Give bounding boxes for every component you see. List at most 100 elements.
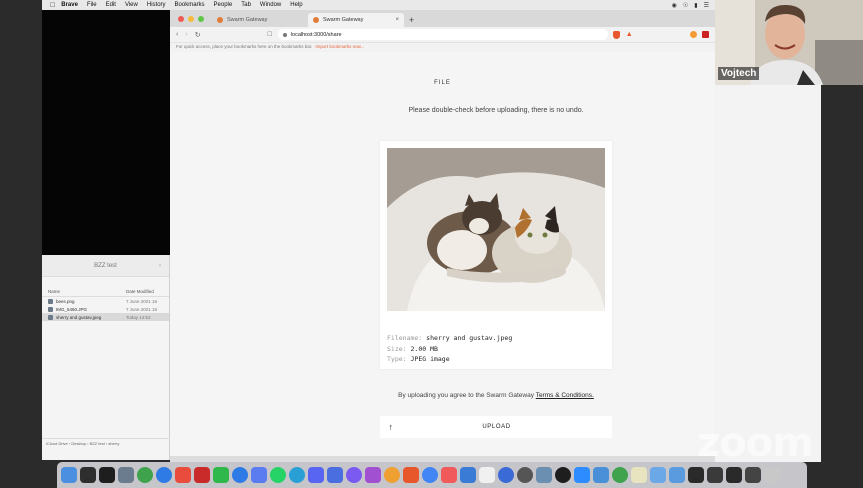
app-dock-icon[interactable] bbox=[194, 467, 210, 483]
menu-view[interactable]: View bbox=[125, 2, 138, 8]
site-info-icon[interactable] bbox=[282, 32, 287, 37]
file-preview-card: Filename: sherry and gustav.jpeg Size: 2… bbox=[380, 141, 612, 369]
chevron-icon[interactable]: › bbox=[159, 263, 161, 269]
app-dock-icon[interactable] bbox=[555, 467, 571, 483]
upload-button-label: UPLOAD bbox=[482, 424, 511, 430]
control-center-icon[interactable]: ☰ bbox=[704, 2, 709, 9]
menu-window[interactable]: Window bbox=[260, 2, 281, 8]
finder-file-row[interactable]: bees.png 7 June 2021 16 bbox=[42, 297, 169, 305]
trash-dock-icon[interactable] bbox=[764, 467, 780, 483]
zoom-dock-icon[interactable] bbox=[574, 467, 590, 483]
mac-dock bbox=[57, 462, 807, 488]
file-name: bees.png bbox=[56, 298, 75, 304]
notes-dock-icon[interactable] bbox=[631, 467, 647, 483]
apple-icon[interactable]:  bbox=[50, 2, 55, 9]
tab-close-icon[interactable]: × bbox=[395, 17, 399, 23]
app-dock-icon[interactable] bbox=[384, 467, 400, 483]
app-dock-icon[interactable] bbox=[251, 467, 267, 483]
app-dock-icon[interactable] bbox=[99, 467, 115, 483]
slack-dock-icon[interactable] bbox=[175, 467, 191, 483]
finder-toolbar bbox=[42, 277, 169, 287]
app-dock-icon[interactable] bbox=[327, 467, 343, 483]
messages-dock-icon[interactable] bbox=[213, 467, 229, 483]
app-dock-icon[interactable] bbox=[365, 467, 381, 483]
url-text: localhost:3000/share bbox=[290, 31, 342, 38]
file-name: IMG_5460.JPG bbox=[56, 306, 88, 312]
address-bar[interactable]: localhost:3000/share bbox=[277, 29, 608, 40]
browser-tab-2[interactable]: Swarm Gateway × bbox=[308, 13, 404, 27]
menu-bookmarks[interactable]: Bookmarks bbox=[175, 2, 205, 8]
bookmarks-hint: For quick access, place your bookmarks h… bbox=[176, 44, 313, 49]
finder-file-row-selected[interactable]: sherry and gustav.jpeg Today 14:53 bbox=[42, 313, 169, 321]
file-icon bbox=[48, 314, 53, 320]
calendar-dock-icon[interactable] bbox=[479, 467, 495, 483]
extension-icon[interactable] bbox=[690, 31, 697, 38]
app-dock-icon[interactable] bbox=[137, 467, 153, 483]
wifi-icon[interactable]: ◉ bbox=[672, 2, 677, 9]
close-window-icon[interactable] bbox=[178, 16, 184, 22]
finder-dock-icon[interactable] bbox=[61, 467, 77, 483]
bluetooth-icon[interactable]: ☉ bbox=[683, 2, 688, 9]
app-dock-icon[interactable] bbox=[612, 467, 628, 483]
minimize-window-icon[interactable] bbox=[188, 16, 194, 22]
music-dock-icon[interactable] bbox=[441, 467, 457, 483]
menu-tab[interactable]: Tab bbox=[241, 2, 251, 8]
terms-link[interactable]: Terms & Conditions. bbox=[536, 392, 594, 399]
app-dock-icon[interactable] bbox=[517, 467, 533, 483]
brave-shield-icon[interactable] bbox=[612, 30, 620, 39]
bookmark-icon[interactable]: □ bbox=[268, 31, 272, 38]
back-icon[interactable]: ‹ bbox=[176, 31, 178, 38]
app-dock-icon[interactable] bbox=[536, 467, 552, 483]
column-header-date[interactable]: Date Modified bbox=[126, 289, 154, 294]
browser-tab-1[interactable]: Swarm Gateway bbox=[212, 13, 308, 27]
browser-tab-bar: Swarm Gateway Swarm Gateway × + bbox=[170, 10, 715, 27]
app-dock-icon[interactable] bbox=[232, 467, 248, 483]
brave-dock-icon[interactable] bbox=[403, 467, 419, 483]
discord-dock-icon[interactable] bbox=[308, 467, 324, 483]
reload-icon[interactable]: ↻ bbox=[195, 31, 201, 39]
type-value: JPEG image bbox=[410, 355, 450, 363]
file-date: 7 June 2021 16 bbox=[126, 306, 158, 312]
mail-dock-icon[interactable] bbox=[460, 467, 476, 483]
maps-dock-icon[interactable] bbox=[156, 467, 172, 483]
extension-icon[interactable] bbox=[702, 31, 709, 38]
finder-path-bar[interactable]: iCloud Drive › Desktop › BZZ test › sher… bbox=[42, 438, 170, 448]
bookmarks-bar: For quick access, place your bookmarks h… bbox=[170, 43, 715, 52]
agree-text: By uploading you agree to the Swarm Gate… bbox=[398, 392, 534, 399]
window-dock-icon[interactable] bbox=[688, 467, 704, 483]
window-dock-icon[interactable] bbox=[726, 467, 742, 483]
whatsapp-dock-icon[interactable] bbox=[270, 467, 286, 483]
folder-dock-icon[interactable] bbox=[650, 467, 666, 483]
chrome-dock-icon[interactable] bbox=[422, 467, 438, 483]
page-title: FILE bbox=[434, 80, 451, 86]
app-dock-icon[interactable] bbox=[498, 467, 514, 483]
maximize-window-icon[interactable] bbox=[198, 16, 204, 22]
type-label: Type: bbox=[387, 355, 407, 363]
finder-file-row[interactable]: IMG_5460.JPG 7 June 2021 16 bbox=[42, 305, 169, 313]
column-header-name[interactable]: Name bbox=[48, 289, 126, 294]
import-bookmarks-link[interactable]: Import bookmarks now... bbox=[315, 44, 364, 51]
menu-history[interactable]: History bbox=[147, 2, 166, 8]
messenger-dock-icon[interactable] bbox=[346, 467, 362, 483]
menu-app-name[interactable]: Brave bbox=[61, 2, 78, 8]
app-dock-icon[interactable] bbox=[118, 467, 134, 483]
upload-button[interactable]: ↑ UPLOAD bbox=[380, 416, 612, 438]
forward-icon[interactable]: › bbox=[185, 31, 187, 38]
window-controls bbox=[170, 16, 212, 27]
menu-file[interactable]: File bbox=[87, 2, 97, 8]
brave-rewards-icon[interactable]: ▲ bbox=[626, 31, 633, 38]
window-dock-icon[interactable] bbox=[745, 467, 761, 483]
app-dock-icon[interactable] bbox=[593, 467, 609, 483]
mac-menu-bar:  Brave File Edit View History Bookmarks… bbox=[42, 0, 715, 10]
menu-people[interactable]: People bbox=[214, 2, 233, 8]
new-tab-icon[interactable]: + bbox=[404, 15, 419, 27]
terminal-dock-icon[interactable] bbox=[80, 467, 96, 483]
menu-edit[interactable]: Edit bbox=[106, 2, 116, 8]
battery-icon[interactable]: ▮ bbox=[694, 2, 697, 9]
cats-photo bbox=[387, 148, 605, 311]
video-participant-tile[interactable]: Vojtech bbox=[715, 0, 863, 85]
telegram-dock-icon[interactable] bbox=[289, 467, 305, 483]
window-dock-icon[interactable] bbox=[707, 467, 723, 483]
folder-dock-icon[interactable] bbox=[669, 467, 685, 483]
menu-help[interactable]: Help bbox=[290, 2, 302, 8]
